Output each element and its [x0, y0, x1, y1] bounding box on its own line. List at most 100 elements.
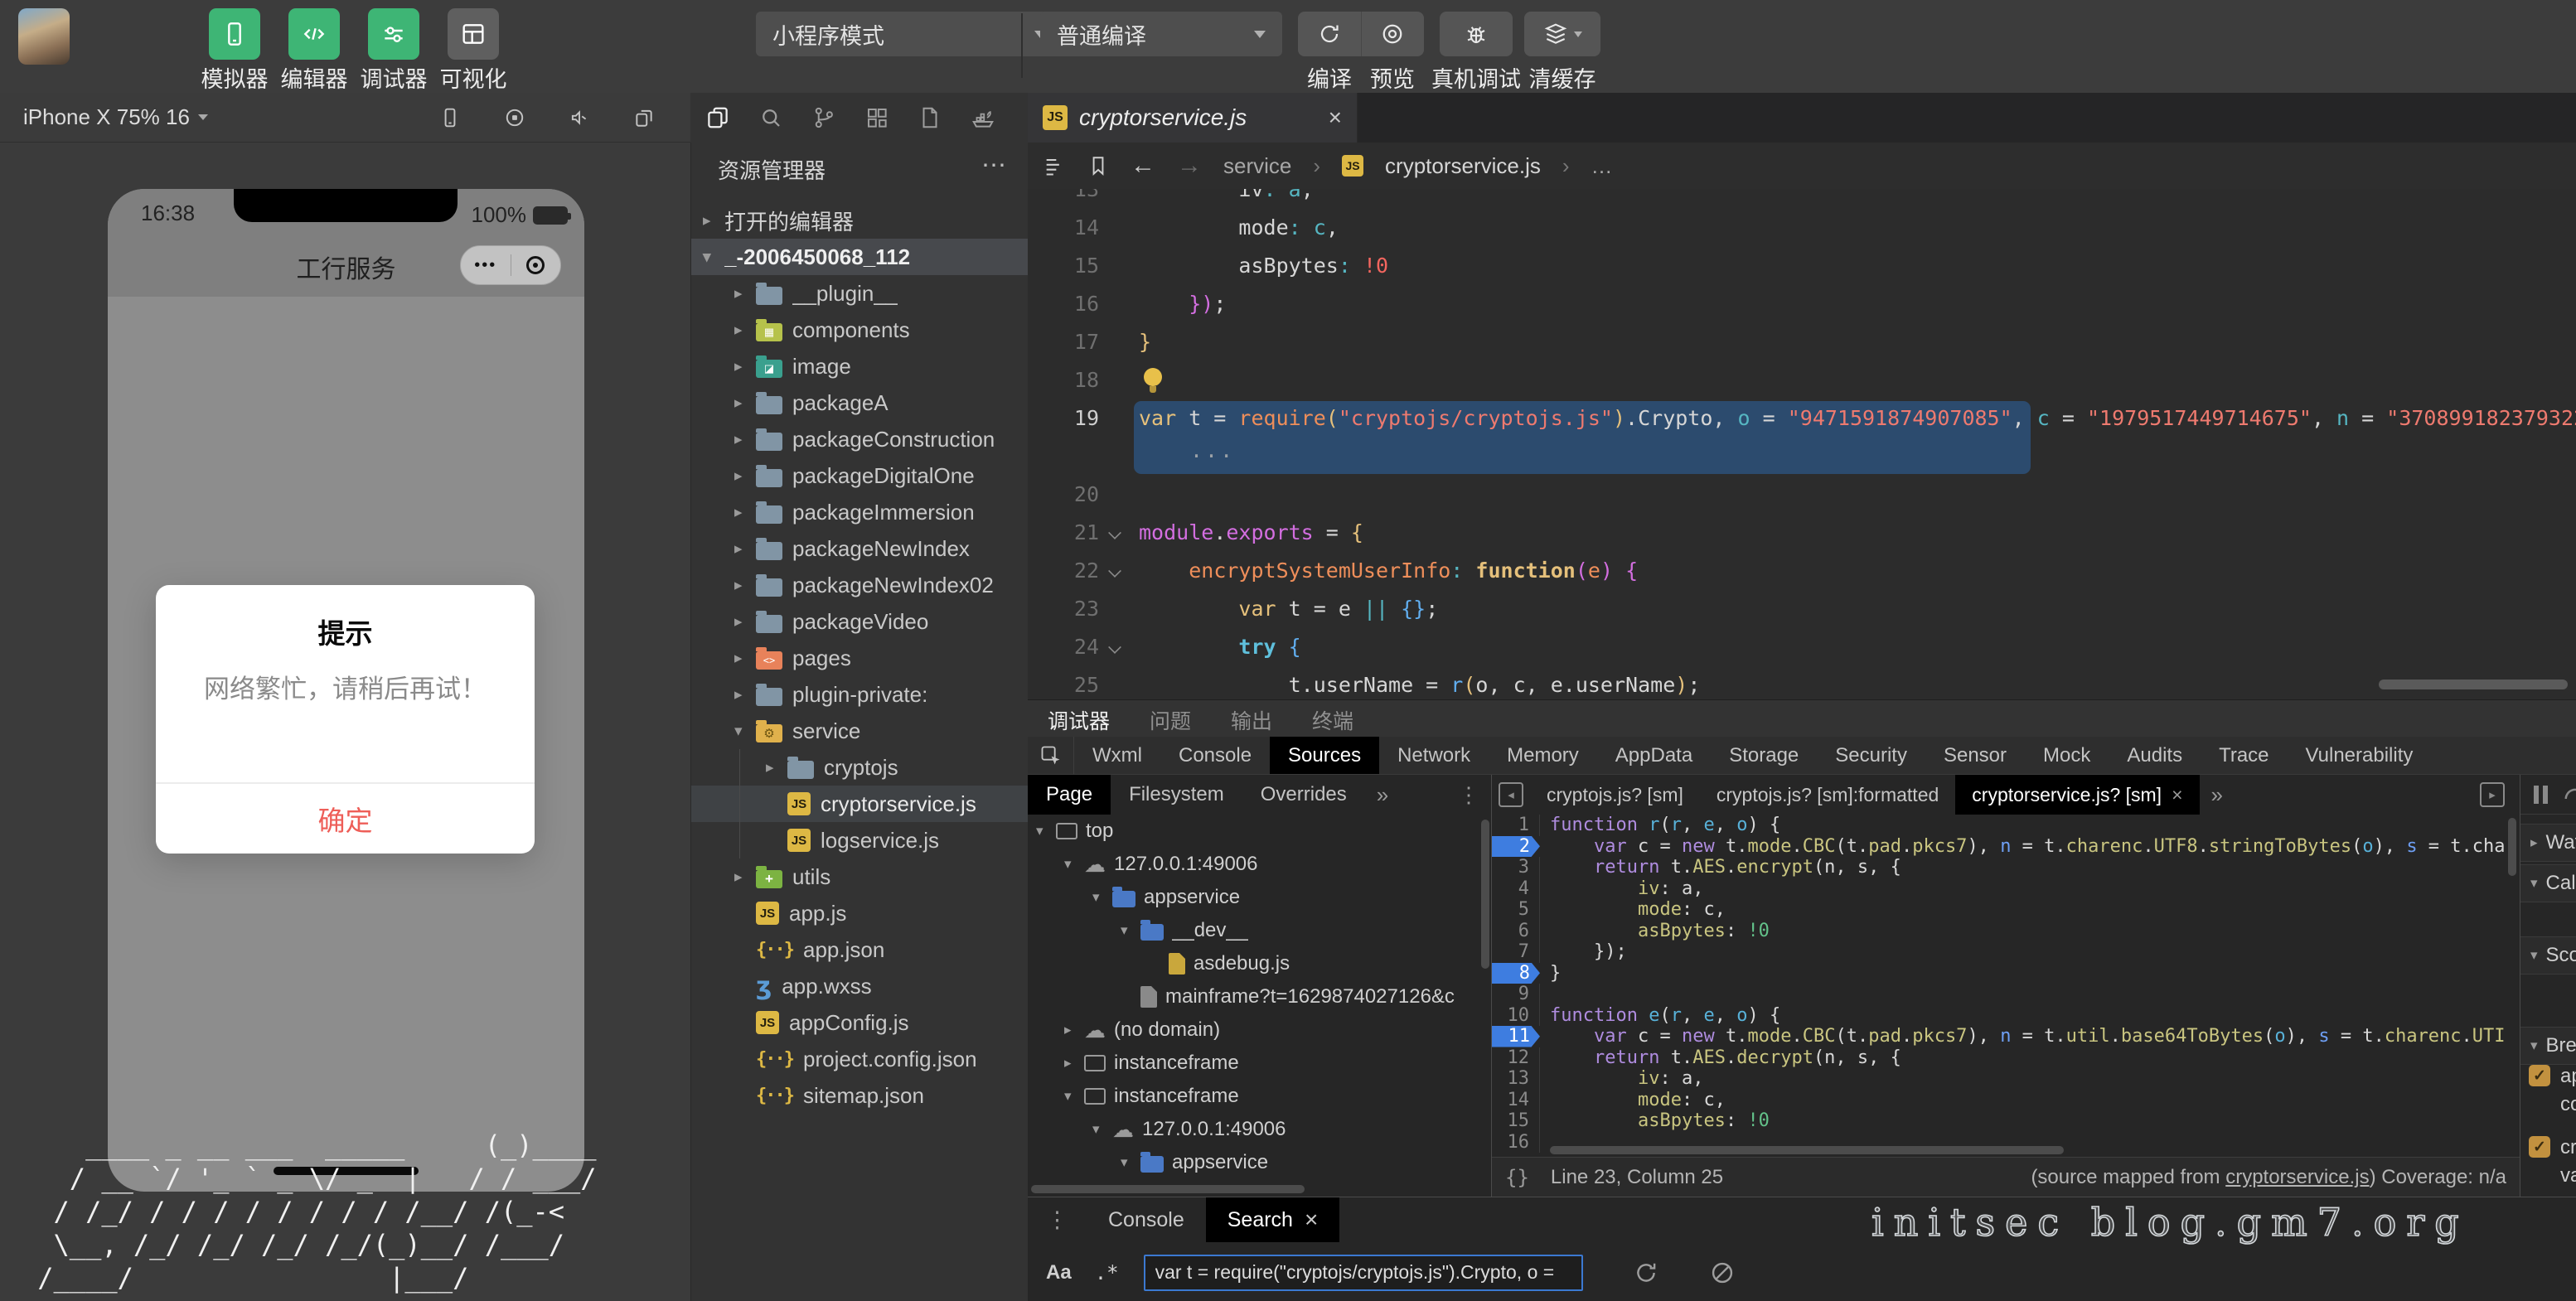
- tree-caret-icon[interactable]: ▸: [734, 649, 756, 668]
- simulator-button[interactable]: [209, 8, 260, 60]
- devtools-tab[interactable]: Audits: [2109, 737, 2201, 774]
- call-stack-section[interactable]: ▾ Call Stack: [2520, 864, 2576, 902]
- tree-row[interactable]: ▸ packageNewIndex: [691, 530, 1029, 567]
- breadcrumb-folder[interactable]: service: [1223, 153, 1291, 179]
- debugger-header-tab[interactable]: 调试器: [1048, 705, 1111, 742]
- tree-row[interactable]: app.wxss: [691, 968, 1029, 1004]
- tab-cryptorservice-js[interactable]: JS cryptorservice.js ×: [1028, 93, 1358, 143]
- devtools-tab[interactable]: Mock: [2025, 737, 2109, 774]
- tree-caret-icon[interactable]: ▸: [734, 539, 756, 559]
- tree-caret-icon[interactable]: ▾: [1092, 889, 1112, 906]
- close-icon[interactable]: ×: [1305, 1208, 1318, 1231]
- frame-tree-row[interactable]: ▸ instanceframe: [1028, 1047, 1491, 1080]
- devtools-tab[interactable]: Wxml: [1074, 737, 1160, 774]
- source-line-number[interactable]: 10: [1492, 1004, 1540, 1026]
- tree-row[interactable]: ▸ pages: [691, 640, 1029, 676]
- pause-icon[interactable]: [2534, 785, 2548, 804]
- close-icon[interactable]: ×: [1329, 106, 1342, 129]
- code-editor[interactable]: 13 iv: a, 14 mode: c, 15 asBpytes: !0 16…: [1028, 189, 2576, 699]
- devtools-tab[interactable]: Network: [1379, 737, 1489, 774]
- tree-row[interactable]: ▸ 打开的编辑器: [691, 202, 1029, 239]
- source-code-view[interactable]: 1 function r(r, e, o) { 2 var c = new t.…: [1492, 815, 2520, 1157]
- navigator-tab[interactable]: Filesystem: [1111, 775, 1242, 815]
- tree-row[interactable]: ▸ utils: [691, 858, 1029, 895]
- devtools-tab[interactable]: Vulnerability: [2288, 737, 2432, 774]
- breakpoints-section[interactable]: ▾ Breakpoints: [2520, 1027, 2576, 1065]
- tree-row[interactable]: sitemap.json: [691, 1077, 1029, 1114]
- source-line-number[interactable]: 4: [1492, 878, 1540, 899]
- debugger-button[interactable]: [368, 8, 419, 60]
- navigator-vertical-scrollbar[interactable]: [1481, 820, 1489, 969]
- refresh-search-icon[interactable]: [1633, 1260, 1659, 1286]
- editor-horizontal-scrollbar[interactable]: [2379, 680, 2568, 689]
- source-file-tab[interactable]: cryptorservice.js? [sm] ×: [1955, 775, 2200, 815]
- source-line-number[interactable]: 6: [1492, 920, 1540, 941]
- capsule-menu[interactable]: •••: [460, 245, 561, 285]
- devtools-tab[interactable]: Storage: [1711, 737, 1817, 774]
- step-over-icon[interactable]: [2563, 782, 2576, 807]
- bookmark-icon[interactable]: [1087, 155, 1109, 177]
- tree-caret-icon[interactable]: ▸: [703, 211, 724, 230]
- tree-caret-icon[interactable]: ▸: [734, 394, 756, 413]
- source-line-number[interactable]: 3: [1492, 857, 1540, 878]
- frame-tree-row[interactable]: mainframe?t=1629874027126&c: [1028, 980, 1491, 1013]
- close-target-icon[interactable]: [511, 256, 561, 274]
- frame-tree-row[interactable]: ▾ appservice: [1028, 881, 1491, 914]
- frame-tree-row[interactable]: ▾ 127.0.0.1:49006: [1028, 848, 1491, 881]
- tree-caret-icon[interactable]: ▾: [734, 722, 756, 741]
- tree-row[interactable]: ▾ service: [691, 713, 1029, 749]
- device-selector[interactable]: iPhone X 75% 16: [23, 104, 208, 130]
- source-file-tab[interactable]: cryptojs.js? [sm]:formatted: [1700, 775, 1955, 815]
- dialog-confirm-button[interactable]: 确定: [156, 784, 535, 854]
- tree-caret-icon[interactable]: ▸: [1064, 1055, 1084, 1071]
- source-line-number[interactable]: 7: [1492, 941, 1540, 963]
- tree-row[interactable]: ▸ packageA: [691, 384, 1029, 421]
- tree-row[interactable]: app.json: [691, 931, 1029, 968]
- tree-row[interactable]: ▸ components: [691, 312, 1029, 348]
- more-tabs-icon[interactable]: »: [2200, 775, 2235, 815]
- preview-button[interactable]: [1362, 12, 1425, 56]
- tree-caret-icon[interactable]: ▾: [1064, 856, 1084, 873]
- source-line-number[interactable]: 14: [1492, 1089, 1540, 1110]
- source-line-number[interactable]: 12: [1492, 1047, 1540, 1068]
- tree-caret-icon[interactable]: ▾: [1064, 1088, 1084, 1105]
- fold-chevron-icon[interactable]: [1108, 641, 1121, 654]
- source-line-number[interactable]: 9: [1492, 984, 1540, 1005]
- close-icon[interactable]: ×: [2172, 785, 2182, 805]
- source-vertical-scrollbar[interactable]: [2508, 818, 2516, 876]
- inspect-element-icon[interactable]: [1028, 737, 1074, 774]
- breadcrumb-more[interactable]: …: [1591, 153, 1613, 179]
- record-icon[interactable]: [504, 107, 525, 128]
- devtools-tab[interactable]: Memory: [1489, 737, 1597, 774]
- tree-caret-icon[interactable]: ▸: [734, 612, 756, 631]
- pretty-print-icon[interactable]: {}: [1505, 1166, 1529, 1189]
- mode-select[interactable]: 小程序模式: [756, 12, 1063, 56]
- git-branch-icon[interactable]: [811, 105, 836, 130]
- source-line-number[interactable]: 16: [1492, 1131, 1540, 1153]
- breakpoint-item[interactable]: ✓ cr va: [2520, 1134, 2576, 1197]
- clear-cache-button[interactable]: [1524, 12, 1600, 56]
- editor-button[interactable]: [288, 8, 340, 60]
- tree-row[interactable]: ▸ __plugin__: [691, 275, 1029, 312]
- tree-row[interactable]: ▸ packageImmersion: [691, 494, 1029, 530]
- navigator-horizontal-scrollbar[interactable]: [1031, 1185, 1305, 1193]
- breakpoint-item[interactable]: ✓ ap co: [2520, 1063, 2576, 1126]
- match-case-toggle[interactable]: Aa: [1046, 1261, 1072, 1284]
- frame-tree-row[interactable]: ▾ __dev__: [1028, 914, 1491, 947]
- watch-section[interactable]: ▸ Watch: [2520, 824, 2576, 862]
- more-menu-icon[interactable]: •••: [461, 256, 511, 275]
- navigator-tab[interactable]: Overrides: [1242, 775, 1365, 815]
- tree-caret-icon[interactable]: ▸: [734, 868, 756, 887]
- devtools-tab[interactable]: Sensor: [1925, 737, 2025, 774]
- source-line-number[interactable]: 15: [1492, 1110, 1540, 1132]
- tree-row[interactable]: logservice.js: [691, 822, 1029, 858]
- more-options-icon[interactable]: ⋮: [1028, 1197, 1087, 1242]
- tree-caret-icon[interactable]: ▸: [734, 503, 756, 522]
- more-tabs-icon[interactable]: »: [1365, 775, 1400, 815]
- real-device-debug-button[interactable]: [1440, 12, 1513, 56]
- tree-row[interactable]: ▸ packageNewIndex02: [691, 567, 1029, 603]
- tree-caret-icon[interactable]: ▸: [734, 321, 756, 340]
- tree-caret-icon[interactable]: ▾: [1121, 1154, 1140, 1171]
- lightbulb-icon[interactable]: [1144, 368, 1162, 393]
- tree-caret-icon[interactable]: ▸: [766, 758, 787, 777]
